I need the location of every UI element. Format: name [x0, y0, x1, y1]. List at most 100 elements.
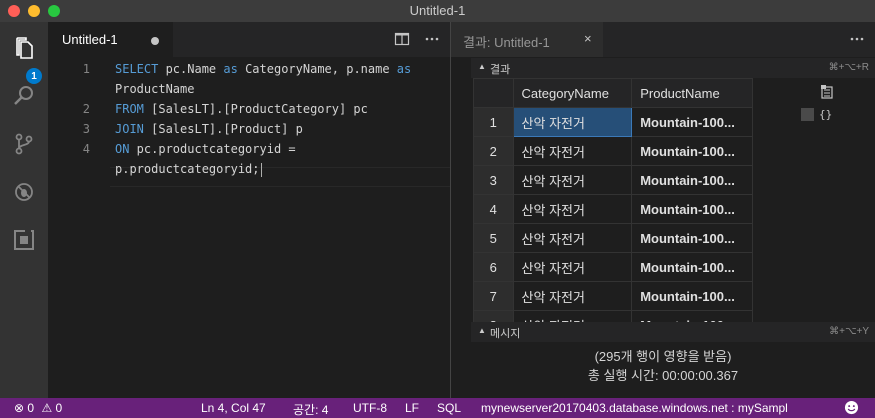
title-bar: Untitled-1 [0, 0, 875, 22]
product-name-cell[interactable]: Mountain-100... [631, 223, 753, 253]
results-grid[interactable]: CategoryName ProductName 1 산악 자전거 Mountain… [473, 78, 753, 322]
explorer-icon[interactable] [8, 32, 40, 64]
product-name-cell[interactable]: Mountain-100... [631, 136, 753, 166]
tab-untitled-1[interactable]: Untitled-1 [48, 22, 173, 57]
table-row[interactable]: 4 산악 자전거 Mountain-100... [473, 194, 753, 224]
column-header-categoryname[interactable]: CategoryName [512, 78, 633, 108]
results-section-title: 결과 [490, 64, 511, 76]
product-name-cell[interactable]: Mountain-100... [631, 194, 753, 224]
category-name-cell[interactable]: 산악 자전거 [512, 281, 633, 311]
code-token: CategoryName, p.name [237, 62, 397, 76]
code-area[interactable]: 1 SELECT pc.Name as CategoryName, p.name … [48, 57, 450, 398]
tab-results-untitled-1[interactable]: 결과: Untitled-1 × [451, 22, 603, 57]
category-name-cell[interactable]: 산악 자전거 [512, 310, 633, 322]
category-name-cell[interactable]: 산악 자전거 [512, 194, 633, 224]
results-section-header[interactable]: ▲ 결과 ⌘+⌥+R [471, 58, 875, 78]
code-line[interactable]: 3 JOIN [SalesLT].[Product] p [48, 120, 450, 138]
row-number-cell[interactable]: 1 [473, 107, 514, 137]
row-number-cell[interactable]: 2 [473, 136, 514, 166]
results-tabs: 결과: Untitled-1 × [451, 22, 875, 57]
category-name-cell[interactable]: 산악 자전거 [512, 107, 633, 137]
results-more-icon[interactable] [849, 31, 865, 52]
row-number-cell[interactable]: 4 [473, 194, 514, 224]
save-as-csv-icon[interactable] [819, 84, 835, 105]
split-editor-icon[interactable] [394, 31, 410, 52]
errors-count: 0 [27, 401, 35, 415]
table-row[interactable]: 2 산악 자전거 Mountain-100... [473, 136, 753, 166]
window-title: Untitled-1 [409, 3, 466, 18]
connection-info[interactable]: mynewserver20170403.database.windows.net… [481, 401, 788, 415]
editor-tabs: Untitled-1 [48, 22, 450, 57]
unsaved-dot-icon[interactable] [151, 37, 159, 45]
cursor-position[interactable]: Ln 4, Col 47 [201, 401, 266, 415]
encoding[interactable]: UTF-8 [353, 401, 387, 415]
save-as-json-icon[interactable]: {} [819, 108, 832, 121]
debug-icon[interactable] [8, 176, 40, 208]
code-line[interactable]: p.productcategoryid; [48, 160, 450, 178]
indentation[interactable]: 공간: 4 [293, 401, 328, 418]
code-token: [SalesLT].[Product] p [143, 122, 303, 136]
search-icon[interactable] [8, 80, 40, 112]
category-name-cell[interactable]: 산악 자전거 [512, 223, 633, 253]
code-token: pc.Name [158, 62, 224, 76]
tab-label: Untitled-1 [62, 32, 118, 47]
table-row[interactable]: 1 산악 자전거 Mountain-100... [473, 107, 753, 137]
code-token: p.productcategoryid; [115, 162, 260, 176]
table-row[interactable]: 5 산악 자전거 Mountain-100... [473, 223, 753, 253]
code-line[interactable]: 4 ON pc.productcategoryid = [48, 140, 450, 158]
table-row[interactable]: 3 산악 자전거 Mountain-100... [473, 165, 753, 195]
line-number: 2 [82, 102, 90, 116]
code-token: ProductName [115, 82, 195, 96]
code-text: p.productcategoryid; [115, 162, 262, 177]
category-name-cell[interactable]: 산악 자전거 [512, 165, 633, 195]
code-token: [SalesLT].[ProductCategory] pc [143, 102, 368, 116]
row-number-cell[interactable]: 7 [473, 281, 514, 311]
line-number: 3 [82, 122, 90, 136]
extensions-icon[interactable] [8, 224, 40, 256]
status-bar: ⊗ 0 ⚠ 0 Ln 4, Col 47 공간: 4 UTF-8 LF SQL … [0, 398, 875, 418]
results-tab-label: 결과: Untitled-1 [463, 35, 550, 50]
sql-keyword: as [223, 62, 238, 76]
sql-keyword: FROM [115, 102, 144, 116]
table-row[interactable]: 6 산악 자전거 Mountain-100... [473, 252, 753, 282]
table-row[interactable]: 7 산악 자전거 Mountain-100... [473, 281, 753, 311]
warning-icon: ⚠ [41, 401, 53, 415]
row-number-cell[interactable]: 5 [473, 223, 514, 253]
code-line[interactable]: ProductName [48, 80, 450, 98]
category-name-cell[interactable]: 산악 자전거 [512, 252, 633, 282]
product-name-cell[interactable]: Mountain-100... [631, 281, 753, 311]
product-name-cell[interactable]: Mountain-100... [631, 310, 753, 322]
language-mode[interactable]: SQL [437, 401, 461, 415]
code-text: ON pc.productcategoryid = [115, 142, 296, 156]
product-name-cell[interactable]: Mountain-100... [631, 107, 753, 137]
grid-square-icon[interactable] [801, 108, 814, 121]
category-name-cell[interactable]: 산악 자전거 [512, 136, 633, 166]
sql-keyword: JOIN [115, 122, 144, 136]
errors-indicator[interactable]: ⊗ 0 ⚠ 0 [14, 401, 62, 415]
rows-affected-message: (295개 행이 영향을 받음) [594, 349, 732, 364]
warnings-count: 0 [55, 401, 63, 415]
column-header-productname[interactable]: ProductName [631, 78, 753, 108]
more-actions-icon[interactable] [424, 31, 440, 52]
messages-section-title: 메시지 [490, 328, 521, 340]
feedback-smiley-icon[interactable] [844, 400, 859, 418]
table-row[interactable]: 8산악 자전거Mountain-100... [473, 310, 753, 322]
collapse-messages-arrow-icon[interactable]: ▲ [478, 326, 486, 335]
source-control-icon[interactable] [8, 128, 40, 160]
row-number-header [473, 78, 514, 108]
code-line[interactable]: 2 FROM [SalesLT].[ProductCategory] pc [48, 100, 450, 118]
activity-bar: 1 [0, 22, 48, 398]
text-cursor [260, 162, 262, 177]
code-token: pc.productcategoryid = [129, 142, 296, 156]
row-number-cell[interactable]: 6 [473, 252, 514, 282]
messages-section-header[interactable]: ▲ 메시지 ⌘+⌥+Y [471, 322, 875, 342]
close-tab-icon[interactable]: × [584, 31, 592, 46]
row-number-cell[interactable]: 8 [473, 310, 514, 322]
row-number-cell[interactable]: 3 [473, 165, 514, 195]
end-of-line[interactable]: LF [405, 401, 419, 415]
product-name-cell[interactable]: Mountain-100... [631, 165, 753, 195]
code-line[interactable]: 1 SELECT pc.Name as CategoryName, p.name … [48, 60, 450, 78]
product-name-cell[interactable]: Mountain-100... [631, 252, 753, 282]
results-pane: 결과: Untitled-1 × ▲ 결과 ⌘+⌥+R CategoryName… [451, 22, 875, 398]
collapse-arrow-icon[interactable]: ▲ [478, 62, 486, 71]
